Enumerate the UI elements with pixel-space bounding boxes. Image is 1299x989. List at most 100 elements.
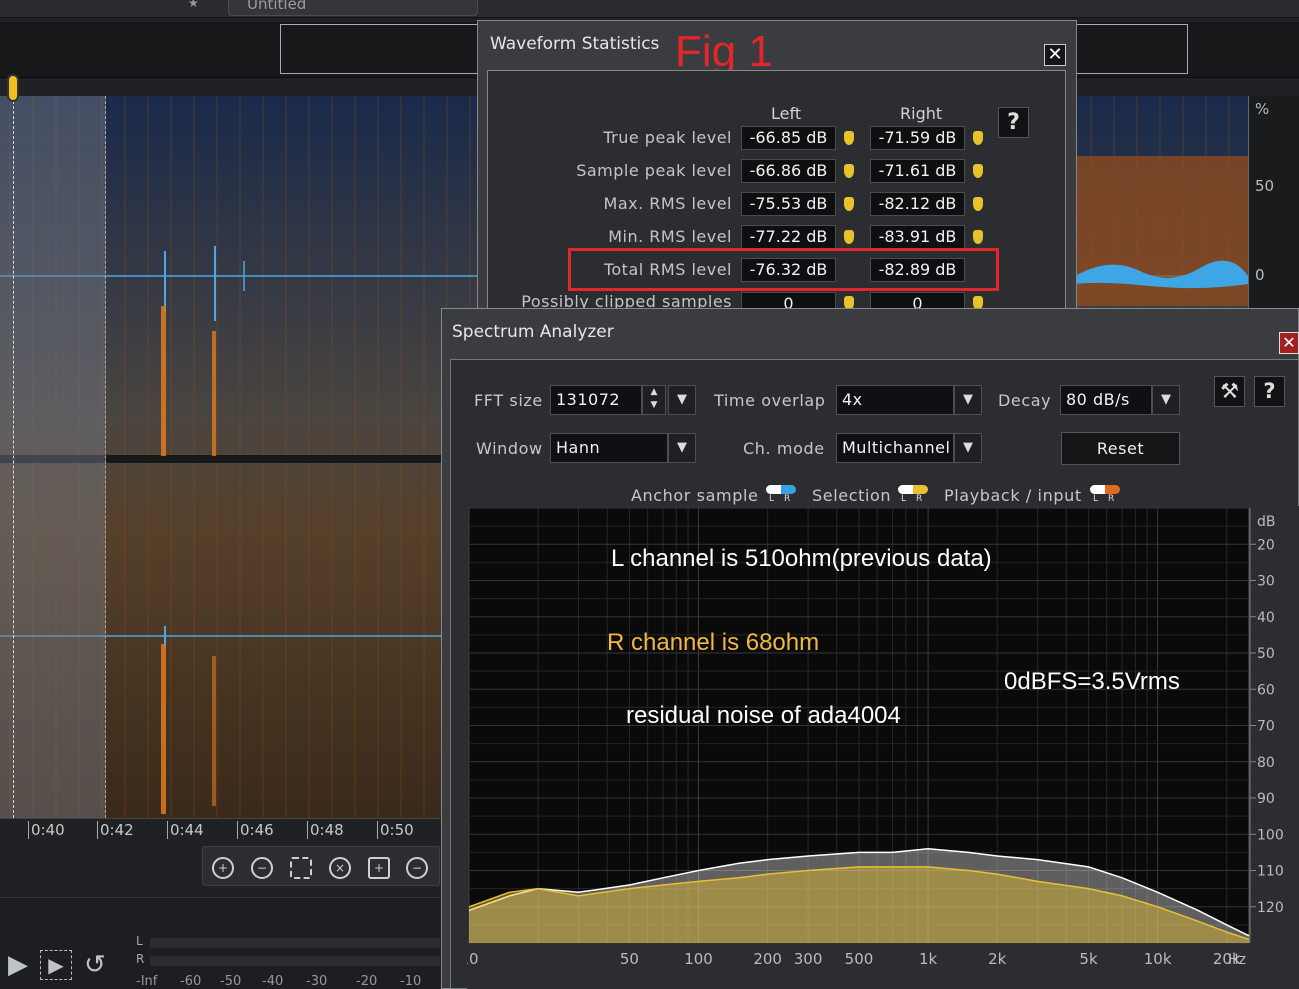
time-overlap-select[interactable]: 4x (836, 385, 954, 415)
x-tick-label: 1k (919, 950, 938, 968)
playhead-line (13, 96, 14, 818)
chevron-down-icon[interactable]: ▼ (1152, 385, 1180, 415)
dialog-title: Waveform Statistics (490, 34, 660, 54)
meter-tick: -Inf (136, 974, 158, 989)
legend-label: Playback / input (944, 486, 1082, 505)
help-button[interactable]: ? (1254, 376, 1285, 407)
column-header-left: Left (771, 104, 802, 123)
window-select[interactable]: Hann (550, 433, 668, 463)
meter-tick: -30 (306, 974, 328, 989)
locate-pin-icon[interactable] (844, 131, 854, 145)
locate-pin-icon[interactable] (973, 164, 983, 178)
y-tick-label: 50 (1257, 646, 1275, 662)
stat-value-left: -77.22 dB (741, 225, 836, 249)
y-tick-label: 70 (1257, 719, 1275, 735)
star-icon[interactable]: ★ (188, 0, 199, 10)
selection-region[interactable] (0, 96, 106, 818)
y-tick-label: 40 (1257, 610, 1275, 626)
window-label: Window (476, 439, 543, 458)
timeline-label: 0:42 (97, 821, 134, 839)
zoom-in-time-icon[interactable]: + (212, 857, 234, 879)
decay-label: Decay (998, 391, 1052, 410)
x-axis-unit: Hz (1228, 952, 1246, 968)
close-icon[interactable]: ✕ (1044, 44, 1066, 66)
meter-tick: -50 (220, 974, 242, 989)
locate-pin-icon[interactable] (973, 197, 983, 211)
locate-pin-icon[interactable] (844, 230, 854, 244)
x-tick-label: 50 (620, 950, 639, 968)
annotation-residual-noise: residual noise of ada4004 (626, 702, 901, 729)
stat-value-right: -71.61 dB (870, 159, 965, 183)
timeline-label: 0:46 (237, 821, 274, 839)
y-tick-label: 30 (1257, 574, 1275, 590)
fft-size-field[interactable]: 131072 (550, 385, 642, 415)
ch-mode-label: Ch. mode (743, 439, 825, 458)
stat-value-left: -75.53 dB (741, 192, 836, 216)
reset-button[interactable]: Reset (1061, 432, 1180, 465)
column-header-right: Right (900, 104, 943, 123)
x-tick-label: 5k (1079, 950, 1098, 968)
meter-channel-label: R (136, 952, 145, 966)
y-tick-label: 100 (1257, 827, 1284, 843)
annotation-0dbfs: 0dBFS=3.5Vrms (1004, 668, 1180, 695)
tab-untitled[interactable]: Untitled (228, 0, 478, 16)
chevron-down-icon[interactable]: ▼ (668, 433, 696, 463)
y-tick-label: 20 (1257, 537, 1275, 553)
timeline-label: 0:50 (377, 821, 414, 839)
x-tick-label: 10k (1144, 950, 1172, 968)
loop-icon[interactable]: ↺ (84, 950, 106, 980)
decay-select[interactable]: 80 dB/s (1060, 385, 1152, 415)
chip-letter: L (1093, 494, 1099, 504)
stat-value-right: -82.12 dB (870, 192, 965, 216)
zoom-out-freq-icon[interactable]: − (406, 857, 428, 879)
dialog-title: Spectrum Analyzer (452, 322, 614, 342)
zoom-out-time-icon[interactable]: − (251, 857, 273, 879)
fft-size-stepper[interactable]: ▲ ▼ (642, 385, 666, 415)
x-tick-label: 300 (794, 950, 823, 968)
fft-size-label: FFT size (474, 391, 543, 410)
time-overlap-label: Time overlap (714, 391, 826, 410)
chevron-down-icon[interactable]: ▼ (954, 385, 982, 415)
x-tick-label: 10 (467, 950, 479, 968)
selection-chip[interactable]: L R (898, 485, 928, 505)
chip-letter: R (1108, 494, 1115, 504)
scale-label: 50 (1255, 177, 1275, 195)
x-tick-label: 2k (988, 950, 1007, 968)
meter-tick: -40 (262, 974, 284, 989)
locate-pin-icon[interactable] (844, 164, 854, 178)
locate-pin-icon[interactable] (844, 197, 854, 211)
chevron-down-icon[interactable]: ▼ (954, 433, 982, 463)
stat-value-right: -83.91 dB (870, 225, 965, 249)
playhead-marker-icon[interactable] (7, 74, 19, 102)
chip-letter: R (784, 494, 791, 504)
anchor-sample-chip[interactable]: L R (766, 485, 796, 505)
locate-pin-icon[interactable] (973, 131, 983, 145)
chip-letter: L (901, 494, 907, 504)
timeline-label: 0:48 (307, 821, 344, 839)
level-meter-left (150, 938, 440, 948)
zoom-fit-icon[interactable]: × (329, 857, 351, 879)
play-icon[interactable]: ▶ (8, 950, 28, 980)
zoom-selection-icon[interactable] (290, 857, 312, 879)
chevron-down-icon[interactable]: ▼ (668, 385, 696, 415)
stat-label: Min. RMS level (608, 227, 732, 246)
chip-letter: R (916, 494, 923, 504)
x-tick-label: 200 (753, 950, 782, 968)
locate-pin-icon[interactable] (973, 230, 983, 244)
x-tick-label: 500 (845, 950, 874, 968)
wrench-icon[interactable]: ⚒ (1214, 376, 1245, 407)
legend-label: Selection (812, 486, 892, 505)
stat-value-left: -66.86 dB (741, 159, 836, 183)
playback-chip[interactable]: L R (1090, 485, 1120, 505)
spectrum-plot[interactable]: 10501002003005001k2k5k10k20kHz2030405060… (467, 506, 1299, 989)
zoom-in-freq-icon[interactable]: + (368, 857, 390, 879)
close-icon[interactable]: ✕ (1279, 332, 1299, 354)
play-selection-icon[interactable]: ▶ (40, 950, 72, 980)
help-button[interactable]: ? (998, 107, 1029, 138)
ch-mode-select[interactable]: Multichannel (836, 433, 954, 463)
timeline-label: 0:40 (28, 821, 65, 839)
timeline-label: 0:44 (167, 821, 204, 839)
y-tick-label: 60 (1257, 682, 1275, 698)
timeline-ruler[interactable] (0, 818, 440, 844)
meter-channel-label: L (136, 934, 143, 948)
